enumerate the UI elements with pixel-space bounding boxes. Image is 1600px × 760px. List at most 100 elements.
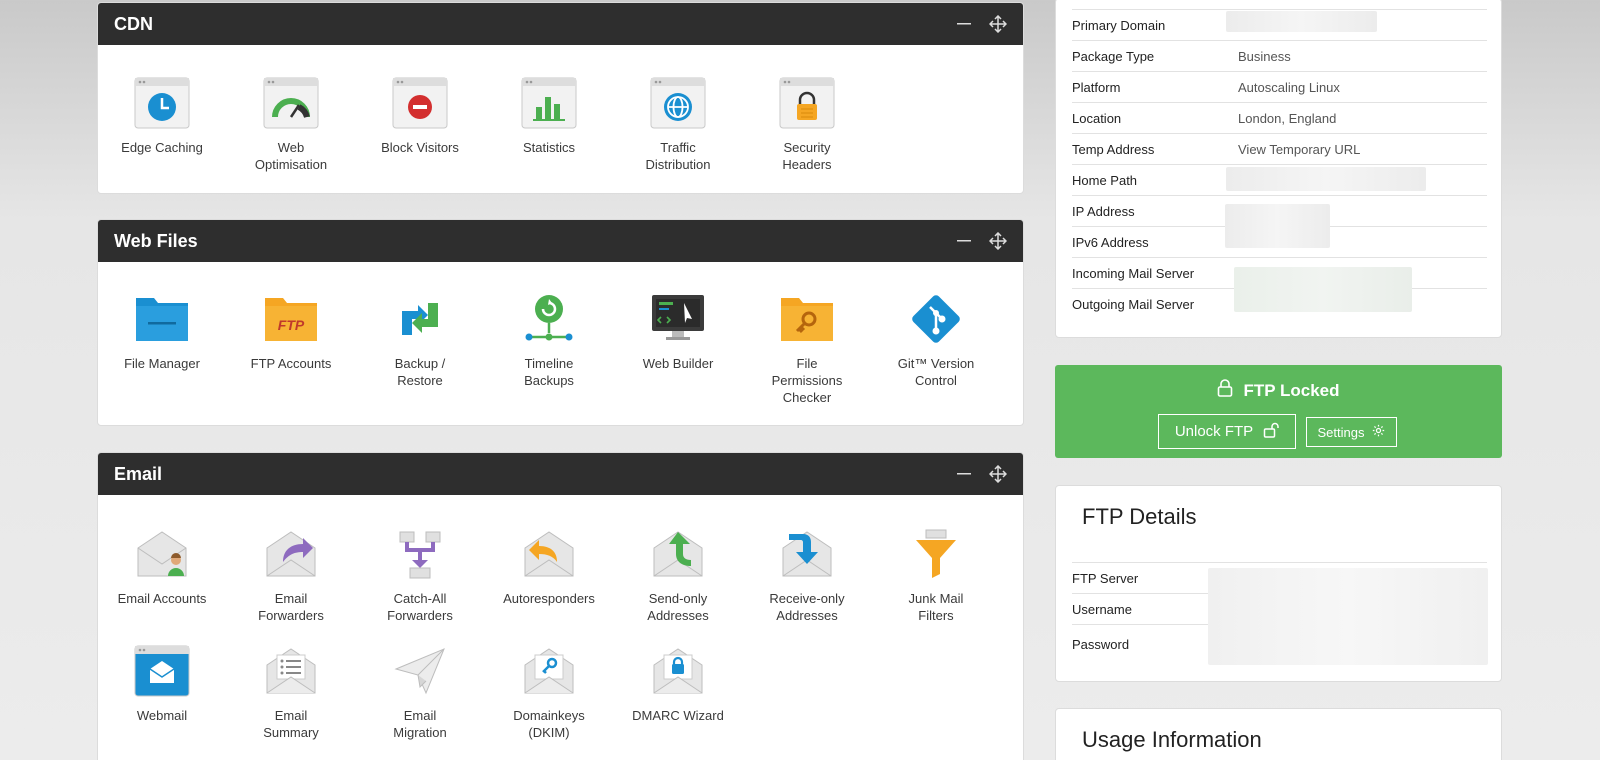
tile-label: Backup / Restore xyxy=(394,356,446,388)
move-handle-icon[interactable] xyxy=(989,15,1007,33)
git-icon xyxy=(908,291,964,347)
unlock-ftp-button[interactable]: Unlock FTP xyxy=(1158,414,1296,449)
tile-label: Junk Mail Filters xyxy=(908,591,964,623)
tile-receive-only-addresses[interactable]: Receive-only Addresses xyxy=(747,526,867,624)
info-row-temp-address: Temp Address View Temporary URL xyxy=(1072,133,1487,164)
tile-domainkeys-dkim[interactable]: Domainkeys (DKIM) xyxy=(489,643,609,741)
svg-text:FTP: FTP xyxy=(278,317,305,333)
ftp-folder-icon: FTP xyxy=(263,291,319,347)
info-row-location: Location London, England xyxy=(1072,102,1487,133)
tile-label: File Permissions Checker xyxy=(771,356,843,405)
tile-web-builder[interactable]: Web Builder xyxy=(618,291,738,372)
tile-label: DMARC Wizard xyxy=(632,708,724,723)
info-key: IPv6 Address xyxy=(1072,234,1149,250)
unlock-icon xyxy=(1263,422,1279,442)
info-row-platform: Platform Autoscaling Linux xyxy=(1072,71,1487,102)
temp-url-link[interactable]: View Temporary URL xyxy=(1238,142,1360,157)
account-info-card: Primary Domain Package Type Business Pla… xyxy=(1055,0,1502,338)
info-key: Home Path xyxy=(1072,172,1138,188)
email-panel-header: Email xyxy=(98,453,1023,495)
paper-plane-icon xyxy=(392,643,448,699)
tile-label: Edge Caching xyxy=(121,140,203,155)
envelope-user-icon xyxy=(134,526,190,582)
info-key: Primary Domain xyxy=(1072,17,1166,33)
clock-window-icon xyxy=(134,75,190,131)
tile-label: Email Migration xyxy=(393,708,447,740)
tile-label: FTP Accounts xyxy=(250,356,332,371)
tile-label: Catch-All Forwarders xyxy=(387,591,453,623)
usage-information-card: Usage Information xyxy=(1055,708,1502,760)
tile-file-manager[interactable]: File Manager xyxy=(102,291,222,372)
tile-label: Traffic Distribution xyxy=(645,140,711,172)
ftp-details-card: FTP Details FTP Server Username Password xyxy=(1055,485,1502,682)
tile-label: Security Headers xyxy=(782,140,832,172)
tile-file-permissions-checker[interactable]: File Permissions Checker xyxy=(747,291,867,406)
redacted-home-path xyxy=(1226,167,1426,191)
unlock-ftp-label: Unlock FTP xyxy=(1174,423,1254,440)
info-value: Autoscaling Linux xyxy=(1238,79,1340,95)
tile-email-migration[interactable]: Email Migration xyxy=(360,643,480,741)
webmail-window-icon xyxy=(134,643,190,699)
tile-block-visitors[interactable]: Block Visitors xyxy=(360,75,480,156)
redacted-ftp-credentials xyxy=(1208,568,1488,665)
info-key: Package Type xyxy=(1072,48,1155,64)
redacted-ip-addresses xyxy=(1225,204,1330,248)
info-value: Business xyxy=(1238,48,1291,64)
move-handle-icon[interactable] xyxy=(989,465,1007,483)
tile-git-version-control[interactable]: Git™ Version Control xyxy=(876,291,996,389)
lock-window-icon xyxy=(779,75,835,131)
envelope-list-icon xyxy=(263,643,319,699)
tile-label: Send-only Addresses xyxy=(647,591,709,623)
monitor-icon xyxy=(650,291,706,347)
usage-information-title: Usage Information xyxy=(1082,727,1262,752)
globe-window-icon xyxy=(650,75,706,131)
info-key: Temp Address xyxy=(1072,141,1155,157)
ftp-settings-button[interactable]: Settings xyxy=(1306,417,1397,447)
tile-ftp-accounts[interactable]: FTP FTP Accounts xyxy=(231,291,351,372)
chart-window-icon xyxy=(521,75,577,131)
tile-label: Web Builder xyxy=(642,356,714,371)
envelope-lock-icon xyxy=(650,643,706,699)
tile-webmail[interactable]: Webmail xyxy=(102,643,222,724)
tile-email-accounts[interactable]: Email Accounts xyxy=(102,526,222,607)
block-window-icon xyxy=(392,75,448,131)
tile-web-optimisation[interactable]: Web Optimisation xyxy=(231,75,351,173)
tile-email-summary[interactable]: Email Summary xyxy=(231,643,351,741)
tile-junk-mail-filters[interactable]: Junk Mail Filters xyxy=(876,526,996,624)
panel-title: CDN xyxy=(114,13,153,34)
envelope-send-icon xyxy=(650,526,706,582)
tile-backup-restore[interactable]: Backup / Restore xyxy=(360,291,480,389)
tile-send-only-addresses[interactable]: Send-only Addresses xyxy=(618,526,738,624)
tile-traffic-distribution[interactable]: Traffic Distribution xyxy=(618,75,738,173)
tile-autoresponders[interactable]: Autoresponders xyxy=(489,526,609,607)
minimize-icon[interactable] xyxy=(955,15,973,33)
tile-edge-caching[interactable]: Edge Caching xyxy=(102,75,222,156)
ftp-locked-banner: FTP Locked Unlock FTP Settings xyxy=(1055,365,1502,458)
tile-statistics[interactable]: Statistics xyxy=(489,75,609,156)
tile-label: File Manager xyxy=(124,356,200,371)
backup-arrows-icon xyxy=(392,291,448,347)
padlock-icon xyxy=(1217,379,1233,402)
minimize-icon[interactable] xyxy=(955,232,973,250)
minimize-icon[interactable] xyxy=(955,465,973,483)
tile-email-forwarders[interactable]: Email Forwarders xyxy=(231,526,351,624)
tile-label: Domainkeys (DKIM) xyxy=(513,708,585,740)
tile-dmarc-wizard[interactable]: DMARC Wizard xyxy=(618,643,738,724)
info-value: London, England xyxy=(1238,110,1337,126)
gauge-window-icon xyxy=(263,75,319,131)
tile-label: Timeline Backups xyxy=(524,356,574,388)
redacted-primary-domain xyxy=(1226,11,1377,32)
catch-all-icon xyxy=(392,526,448,582)
tile-security-headers[interactable]: Security Headers xyxy=(747,75,867,173)
timeline-icon xyxy=(521,291,577,347)
tile-label: Web Optimisation xyxy=(254,140,328,172)
ftp-details-title: FTP Details xyxy=(1082,504,1197,529)
info-key: Platform xyxy=(1072,79,1121,95)
move-handle-icon[interactable] xyxy=(989,232,1007,250)
tile-label: Webmail xyxy=(136,708,188,723)
tile-catch-all-forwarders[interactable]: Catch-All Forwarders xyxy=(360,526,480,624)
ftp-locked-label: FTP Locked xyxy=(1243,380,1340,400)
web-files-panel-header: Web Files xyxy=(98,220,1023,262)
tile-timeline-backups[interactable]: Timeline Backups xyxy=(489,291,609,389)
tile-label: Receive-only Addresses xyxy=(769,591,845,623)
